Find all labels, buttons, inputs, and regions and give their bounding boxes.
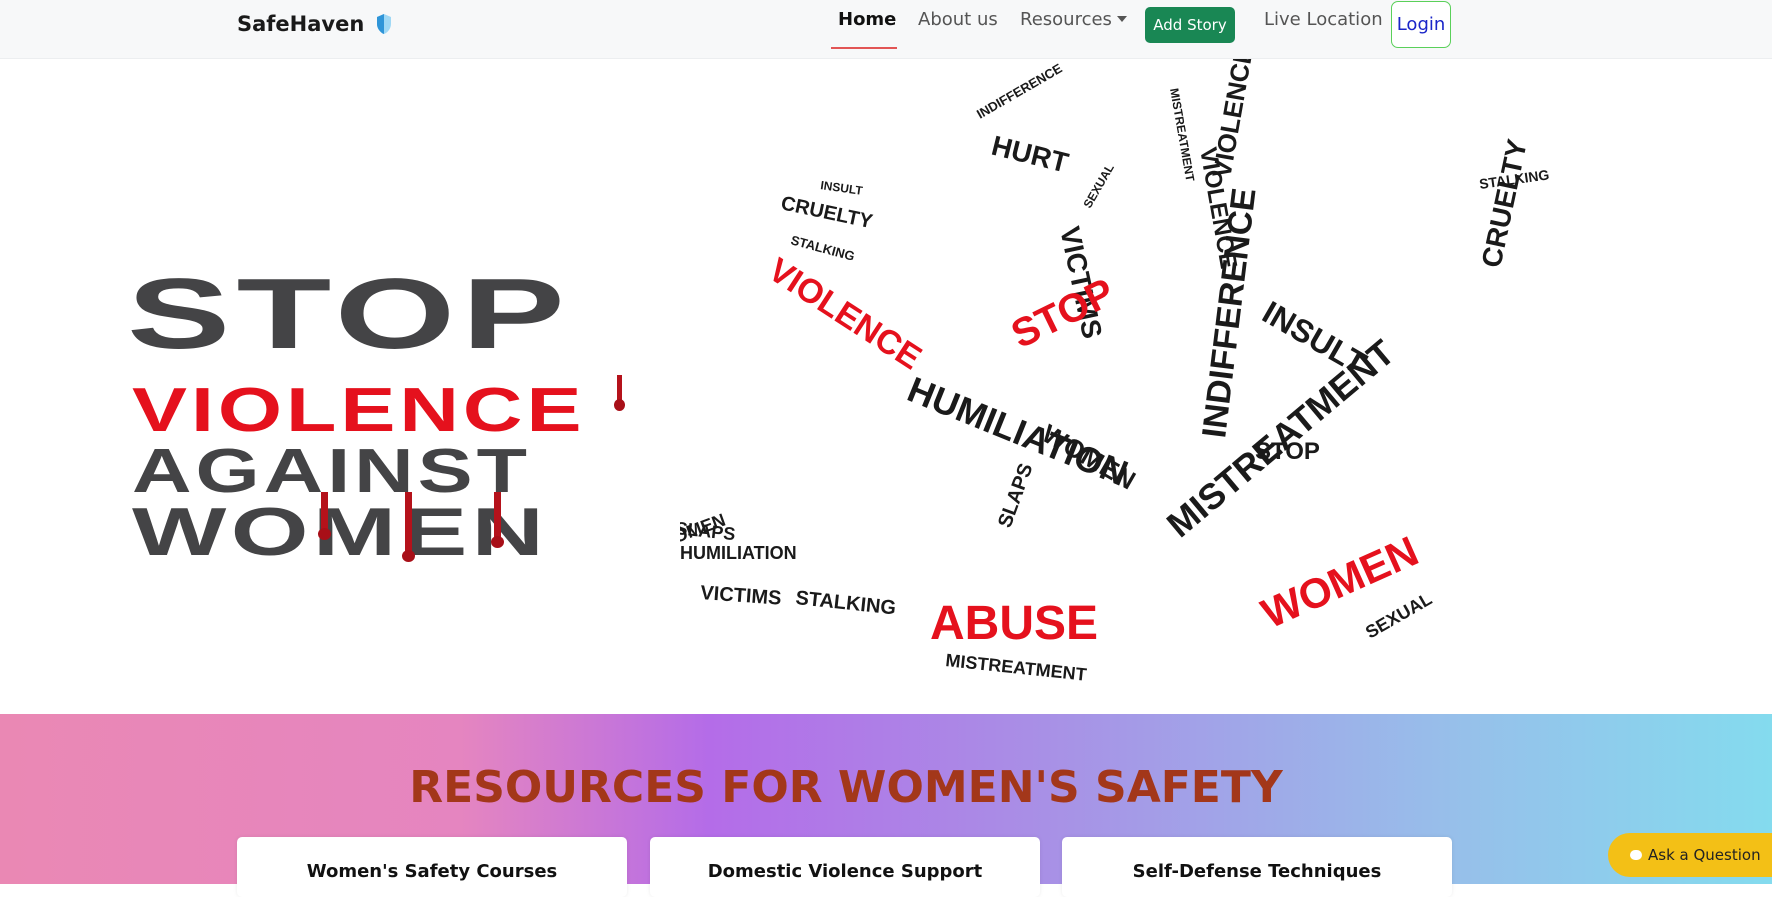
add-story-button[interactable]: Add Story [1145, 7, 1235, 43]
hand-word: SEXUAL [1080, 161, 1116, 210]
chat-bubble-icon [1630, 850, 1642, 860]
nav-home-underline [831, 47, 897, 49]
hand-word: HURT [989, 130, 1072, 179]
hand-word: INDIFFERENCE [1195, 186, 1263, 440]
hand-word: CRUELTY [779, 192, 875, 233]
nav-resources-dropdown[interactable]: Resources [1020, 9, 1127, 30]
hand-word: VIOLENCE [1206, 59, 1259, 180]
brand[interactable]: SafeHaven [237, 12, 392, 36]
hand-word: MISTREATMENT [945, 650, 1088, 685]
resource-card[interactable]: Women's Safety Courses [237, 837, 627, 897]
hand-word: STOP [1255, 438, 1320, 465]
hand-word: SEXUAL [1362, 589, 1435, 643]
navbar: SafeHaven Home About us Resources Add St… [0, 0, 1772, 59]
resources-section: RESOURCES FOR WOMEN'S SAFETY Women's Saf… [0, 714, 1772, 897]
hand-word: STALKING [794, 587, 896, 619]
ask-question-label: Ask a Question [1648, 846, 1761, 864]
login-button[interactable]: Login [1391, 1, 1451, 48]
card-title: Domestic Violence Support [707, 861, 983, 882]
blood-drip [491, 492, 504, 548]
blood-drip [614, 375, 625, 411]
hand-word: VIOLENCE [762, 251, 928, 378]
ask-question-button[interactable]: Ask a Question [1608, 833, 1772, 877]
hand-word: CRUELTY [1476, 136, 1533, 270]
hand-word-cloud: VIOLENCE CRUELTY STALKING INSULT HURT VI… [680, 59, 1550, 685]
card-title: Women's Safety Courses [306, 861, 558, 882]
nav-about-us[interactable]: About us [918, 9, 998, 30]
hand-word: VICTIMS [700, 582, 782, 610]
blood-drip [402, 492, 415, 562]
blood-drip [318, 492, 331, 540]
card-title: Self-Defense Techniques [1132, 861, 1382, 882]
slogan-violence: VIOLENCE [132, 376, 586, 445]
brand-name: SafeHaven [237, 12, 365, 36]
caret-down-icon [1116, 16, 1127, 22]
slogan-stop: STOP [127, 258, 572, 370]
hand-word: INSULT [820, 178, 865, 198]
slogan-women: WOMEN [132, 494, 549, 570]
resources-title: RESOURCES FOR WOMEN'S SAFETY [409, 762, 1283, 813]
resource-card[interactable]: Domestic Violence Support [650, 837, 1040, 897]
nav-home[interactable]: Home [838, 9, 896, 30]
nav-resources-label: Resources [1020, 9, 1112, 30]
hand-word: MISTREATMENT [1167, 87, 1197, 183]
shield-icon [377, 14, 392, 34]
hand-word: ABUSE [930, 597, 1098, 650]
hand-word: STOP [1005, 270, 1122, 357]
hand-word: INDIFFERENCE [974, 60, 1065, 121]
hand-word: HUMILIATION [680, 543, 797, 563]
hand-word: STALKING [789, 232, 856, 263]
nav-live-location[interactable]: Live Location [1264, 9, 1383, 30]
hand-word: SLAPS [994, 461, 1037, 531]
resource-card[interactable]: Self-Defense Techniques [1062, 837, 1452, 897]
